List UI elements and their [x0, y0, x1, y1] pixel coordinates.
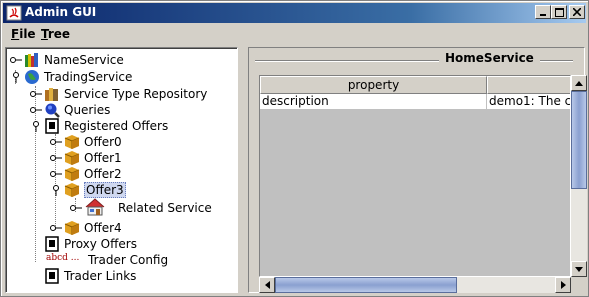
collapsed-handle-icon[interactable] — [30, 88, 42, 100]
maximize-icon — [554, 7, 564, 17]
tree-node-label: Offer2 — [84, 167, 122, 181]
table-cell-value[interactable]: demo1: The cli — [487, 94, 570, 110]
expanded-handle-icon[interactable] — [10, 71, 22, 83]
minimize-icon — [540, 14, 546, 16]
cube-icon — [64, 167, 80, 181]
document-icon — [45, 118, 59, 134]
menu-file[interactable]: File — [11, 27, 36, 41]
tree-node-label: NameService — [44, 53, 124, 67]
expanded-handle-icon[interactable] — [30, 120, 42, 132]
pane-splitter[interactable] — [239, 47, 247, 293]
tree-node-label: Offer0 — [84, 135, 122, 149]
tree-node-label: Offer1 — [84, 151, 122, 165]
title-bar[interactable]: Admin GUI — [3, 3, 586, 23]
column-header-property[interactable]: property — [260, 76, 487, 94]
property-table[interactable]: property description demo1: The cli — [259, 75, 571, 277]
tree-node-label: TradingService — [44, 70, 133, 84]
vertical-scroll-thumb[interactable] — [571, 91, 587, 189]
collapsed-handle-icon[interactable] — [50, 136, 62, 148]
text-icon: abcd ... — [46, 253, 80, 263]
minimize-button[interactable] — [535, 5, 551, 19]
window-title: Admin GUI — [25, 5, 97, 19]
cube-icon — [64, 221, 80, 235]
collapsed-handle-icon[interactable] — [30, 104, 42, 116]
collapsed-handle-icon[interactable] — [50, 222, 62, 234]
tree-node-label: Service Type Repository — [64, 87, 208, 101]
house-icon — [85, 198, 105, 216]
arrow-down-icon — [575, 266, 583, 272]
scroll-left-button[interactable] — [259, 277, 275, 293]
menu-tree[interactable]: Tree — [41, 27, 70, 41]
tree-node-label: Proxy Offers — [64, 237, 137, 251]
java-app-icon — [6, 5, 22, 21]
vertical-scrollbar[interactable] — [571, 75, 587, 277]
books-icon — [25, 53, 38, 67]
close-icon — [573, 8, 581, 16]
collapsed-handle-icon[interactable] — [70, 202, 82, 214]
expanded-handle-icon[interactable] — [50, 184, 62, 196]
collapsed-handle-icon[interactable] — [50, 168, 62, 180]
horizontal-scroll-thumb[interactable] — [275, 277, 457, 293]
menu-file-mnemonic: F — [11, 27, 20, 41]
column-header-value[interactable] — [487, 76, 570, 94]
books-icon — [45, 88, 58, 101]
magnifier-icon — [45, 103, 60, 118]
tree-node-label: Trader Config — [88, 253, 169, 267]
menu-bar: File Tree — [3, 24, 586, 44]
close-button[interactable] — [569, 5, 585, 19]
detail-panel: HomeService property description demo1: … — [248, 47, 587, 293]
horizontal-scrollbar[interactable] — [259, 277, 571, 293]
menu-tree-mnemonic: T — [41, 27, 48, 41]
cube-icon — [64, 151, 80, 165]
menu-file-label: ile — [19, 27, 36, 41]
cube-icon — [64, 135, 80, 149]
tree-node-label: Related Service — [118, 201, 212, 215]
maximize-button[interactable] — [551, 5, 567, 19]
tree-node-label: Offer3 — [84, 182, 126, 198]
document-icon — [45, 236, 59, 252]
cube-icon — [64, 183, 80, 197]
tree-node-label: Registered Offers — [64, 119, 169, 133]
document-icon — [45, 268, 59, 284]
tree-panel[interactable]: NameService TradingService Service Type … — [5, 47, 238, 293]
scroll-up-button[interactable] — [571, 75, 587, 91]
tree-connector — [55, 134, 56, 230]
collapsed-handle-icon[interactable] — [50, 152, 62, 164]
arrow-up-icon — [575, 80, 583, 86]
tree-node-label: Queries — [64, 103, 111, 117]
group-title: HomeService — [439, 51, 540, 65]
admin-window: Admin GUI File Tree NameService TradingS… — [0, 0, 589, 297]
collapsed-handle-icon[interactable] — [10, 54, 22, 66]
arrow-right-icon — [560, 281, 566, 289]
tree-node-label: Offer4 — [84, 221, 122, 235]
scroll-corner — [571, 277, 587, 293]
menu-tree-label: ree — [47, 27, 71, 41]
tree-node-label: Trader Links — [64, 269, 137, 283]
globe-icon — [25, 70, 39, 84]
scroll-right-button[interactable] — [555, 277, 571, 293]
arrow-left-icon — [264, 281, 270, 289]
table-cell-property[interactable]: description — [260, 94, 487, 110]
scroll-down-button[interactable] — [571, 261, 587, 277]
